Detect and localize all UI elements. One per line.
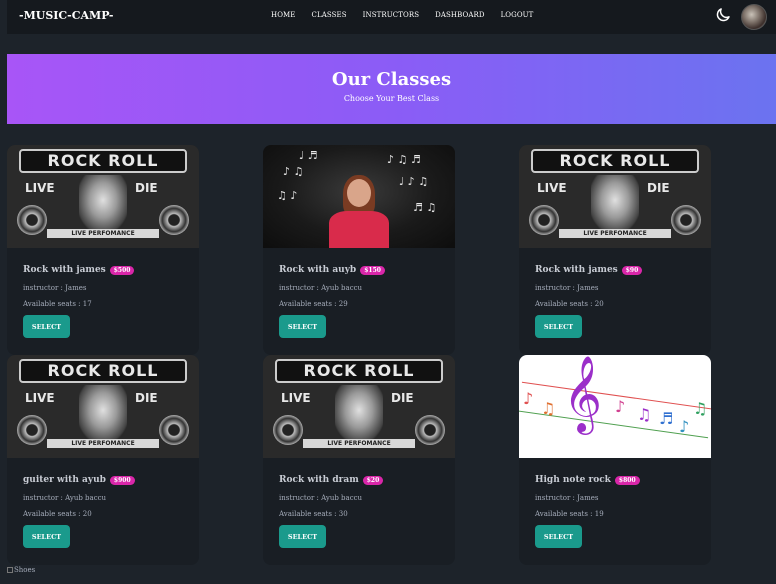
class-image-rock-poster: ROCK ROLL LIVE DIE LIVE PERFOMANCE: [7, 145, 199, 248]
class-image-rock-poster: ROCK ROLL LIVE DIE LIVE PERFOMANCE: [7, 355, 199, 458]
poster-banner: ROCK ROLL: [19, 149, 187, 173]
class-title: Rock with james $500: [23, 265, 189, 275]
user-avatar[interactable]: [741, 4, 767, 30]
poster-ribbon: LIVE PERFOMANCE: [303, 439, 415, 448]
instructor-label: instructor : Ayub baccu: [279, 284, 363, 292]
select-button[interactable]: SELECT: [23, 315, 70, 338]
poster-ribbon: LIVE PERFOMANCE: [559, 229, 671, 238]
price-badge: $800: [614, 475, 640, 485]
nav-link-logout[interactable]: LOGOUT: [501, 11, 534, 19]
price-badge: $900: [109, 475, 135, 485]
poster-die: DIE: [135, 181, 158, 195]
poster-live: LIVE: [281, 391, 311, 405]
instructor-label: instructor : Ayub baccu: [23, 494, 107, 502]
class-name: Rock with james: [23, 265, 106, 275]
available-seats: Available seats : 30: [279, 510, 348, 518]
moon-icon[interactable]: [714, 6, 732, 24]
class-name: Rock with dram: [279, 475, 359, 485]
available-seats: Available seats : 17: [23, 300, 92, 308]
select-button[interactable]: SELECT: [535, 315, 582, 338]
poster-die: DIE: [135, 391, 158, 405]
select-button[interactable]: SELECT: [23, 525, 70, 548]
select-button[interactable]: SELECT: [279, 525, 326, 548]
poster-ribbon: LIVE PERFOMANCE: [47, 229, 159, 238]
class-name: Rock with james: [535, 265, 618, 275]
brand-logo[interactable]: -MUSIC-CAMP-: [19, 9, 113, 22]
instructor-label: instructor : James: [535, 494, 599, 502]
available-seats: Available seats : 29: [279, 300, 348, 308]
nav-link-classes[interactable]: CLASSES: [312, 11, 347, 19]
nav-link-home[interactable]: HOME: [271, 11, 296, 19]
class-title: Rock with james $90: [535, 265, 701, 275]
image-alt-text: Shoes: [14, 566, 36, 574]
price-badge: $150: [360, 265, 385, 275]
select-button[interactable]: SELECT: [279, 315, 326, 338]
poster-banner: ROCK ROLL: [531, 149, 699, 173]
broken-image-icon: [7, 567, 13, 573]
poster-ribbon: LIVE PERFOMANCE: [47, 439, 159, 448]
class-title: guiter with ayub $900: [23, 475, 189, 485]
class-image-treble-clef: 𝄞 ♪ ♫ ♪ ♫ ♬ ♪ ♫: [519, 355, 711, 458]
class-title: High note rock $800: [535, 475, 701, 485]
broken-image-alt: Shoes: [7, 566, 35, 574]
class-name: High note rock: [535, 475, 611, 485]
class-card: 𝄞 ♪ ♫ ♪ ♫ ♬ ♪ ♫ High note rock $800 inst…: [519, 355, 711, 565]
class-title: Rock with auyb $150: [279, 265, 445, 275]
class-name: Rock with auyb: [279, 265, 357, 275]
price-badge: $20: [362, 475, 384, 485]
page-header-banner: Our Classes Choose Your Best Class: [7, 54, 776, 124]
select-button[interactable]: SELECT: [535, 525, 582, 548]
available-seats: Available seats : 20: [535, 300, 604, 308]
price-badge: $90: [621, 265, 643, 275]
available-seats: Available seats : 20: [23, 510, 92, 518]
class-title: Rock with dram $20: [279, 475, 445, 485]
class-card: ROCK ROLL LIVE DIE LIVE PERFOMANCE Rock …: [519, 145, 711, 355]
class-name: guiter with ayub: [23, 475, 106, 485]
navbar: -MUSIC-CAMP- HOME CLASSES INSTRUCTORS DA…: [7, 0, 776, 34]
nav-link-instructors[interactable]: INSTRUCTORS: [363, 11, 419, 19]
page-title: Our Classes: [331, 69, 452, 90]
poster-live: LIVE: [537, 181, 567, 195]
class-card: ROCK ROLL LIVE DIE LIVE PERFOMANCE Rock …: [7, 145, 199, 355]
poster-live: LIVE: [25, 181, 55, 195]
class-card: ♪ ♫ ♩ ♬ ♫ ♪ ♪ ♫ ♬ ♩ ♪ ♫ ♬ ♫ Rock with au…: [263, 145, 455, 355]
nav-link-dashboard[interactable]: DASHBOARD: [435, 11, 484, 19]
instructor-label: instructor : Ayub baccu: [279, 494, 363, 502]
nav-links: HOME CLASSES INSTRUCTORS DASHBOARD LOGOU…: [271, 11, 549, 19]
poster-live: LIVE: [25, 391, 55, 405]
class-image-rock-poster: ROCK ROLL LIVE DIE LIVE PERFOMANCE: [263, 355, 455, 458]
class-image-rock-poster: ROCK ROLL LIVE DIE LIVE PERFOMANCE: [519, 145, 711, 248]
instructor-label: instructor : James: [535, 284, 599, 292]
page-subtitle: Choose Your Best Class: [343, 94, 440, 103]
class-image-girl-headphones: ♪ ♫ ♩ ♬ ♫ ♪ ♪ ♫ ♬ ♩ ♪ ♫ ♬ ♫: [263, 145, 455, 248]
class-card: ROCK ROLL LIVE DIE LIVE PERFOMANCE Rock …: [263, 355, 455, 565]
available-seats: Available seats : 19: [535, 510, 604, 518]
price-badge: $500: [109, 265, 135, 275]
poster-die: DIE: [647, 181, 670, 195]
poster-banner: ROCK ROLL: [19, 359, 187, 383]
instructor-label: instructor : James: [23, 284, 87, 292]
poster-banner: ROCK ROLL: [275, 359, 443, 383]
class-card: ROCK ROLL LIVE DIE LIVE PERFOMANCE guite…: [7, 355, 199, 565]
poster-die: DIE: [391, 391, 414, 405]
